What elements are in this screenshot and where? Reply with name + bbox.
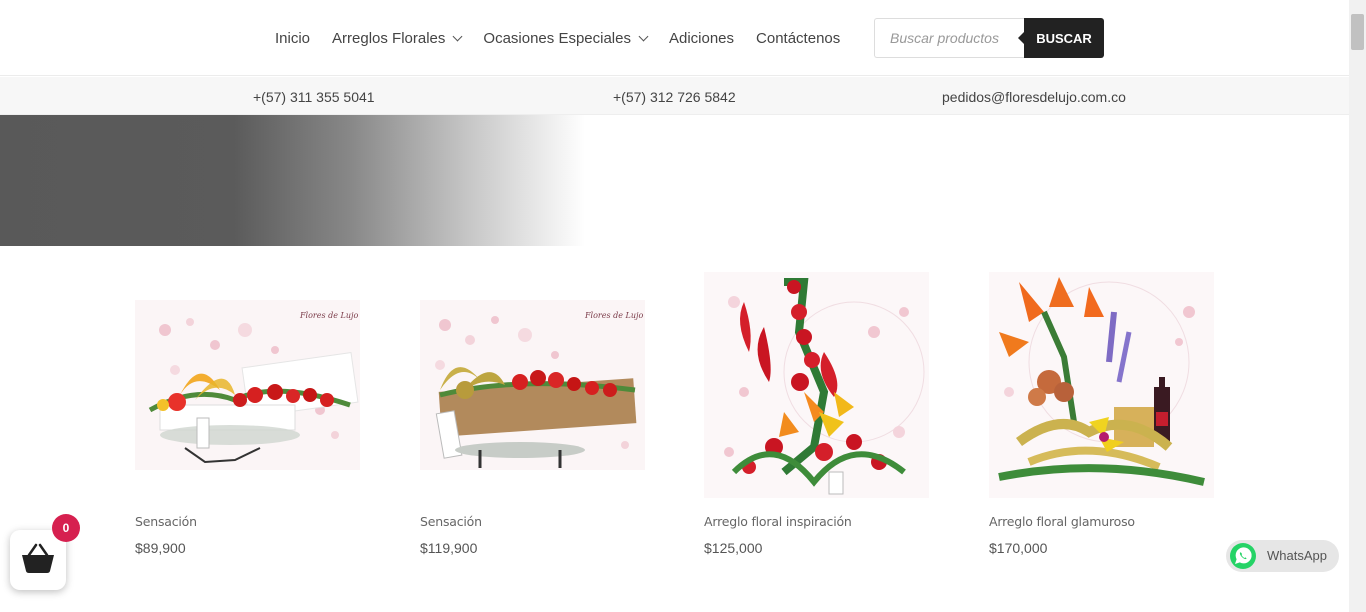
product-image-wrapper [704,272,929,498]
product-card[interactable]: Flores de Lujo Sensación $89,900 [135,272,360,556]
product-image[interactable]: Flores de Lujo [420,300,645,470]
chevron-down-icon [452,31,463,41]
nav-item-label: Ocasiones Especiales [483,29,631,47]
nav-item-arreglos-florales[interactable]: Arreglos Florales [332,29,463,47]
contact-bar: +(57) 311 355 5041 +(57) 312 726 5842 pe… [0,77,1349,115]
product-image-wrapper: Flores de Lujo [135,272,360,498]
nav-item-label: Arreglos Florales [332,29,446,47]
scrollbar-thumb[interactable] [1351,14,1364,50]
whatsapp-label: WhatsApp [1267,548,1327,563]
product-search: BUSCAR [874,18,1104,58]
page-banner [0,115,585,246]
svg-text:Flores de Lujo: Flores de Lujo [299,311,358,320]
product-image[interactable] [989,272,1214,498]
site-header: Inicio Arreglos Florales Ocasiones Espec… [0,0,1349,76]
search-button[interactable]: BUSCAR [1018,18,1104,58]
product-image-wrapper [989,272,1214,498]
whatsapp-chat-button[interactable]: WhatsApp [1226,540,1339,572]
nav-item-label: Adiciones [668,29,735,47]
product-price: $170,000 [989,540,1048,556]
phone-link-1[interactable]: +(57) 311 355 5041 [253,77,375,115]
product-price: $89,900 [135,540,186,556]
product-card[interactable]: Arreglo floral inspiración $125,000 [704,272,929,556]
product-card[interactable]: Arreglo floral glamuroso $170,000 [989,272,1214,556]
nav-item-contactenos[interactable]: Contáctenos [756,30,840,47]
product-name[interactable]: Arreglo floral inspiración [704,514,852,529]
product-price: $125,000 [704,540,763,556]
product-name[interactable]: Sensación [420,514,482,529]
main-nav: Inicio Arreglos Florales Ocasiones Espec… [264,0,851,76]
nav-item-adiciones[interactable]: Adiciones [669,30,734,47]
cart-count-badge: 0 [52,514,80,542]
product-name[interactable]: Arreglo floral glamuroso [989,514,1135,529]
nav-item-inicio[interactable]: Inicio [275,30,310,47]
search-input[interactable] [874,18,1024,58]
chevron-down-icon [638,31,649,41]
page-scrollbar[interactable] [1349,0,1366,612]
nav-item-label: Inicio [275,29,311,47]
phone-link-2[interactable]: +(57) 312 726 5842 [613,77,736,115]
product-image[interactable]: Flores de Lujo [135,300,360,470]
product-name[interactable]: Sensación [135,514,197,529]
product-price: $119,900 [420,540,478,556]
product-image-wrapper: Flores de Lujo [420,272,645,498]
product-card[interactable]: Flores de Lujo Sensación $119,900 [420,272,645,556]
whatsapp-icon [1230,543,1256,569]
email-link[interactable]: pedidos@floresdelujo.com.co [942,77,1126,115]
svg-text:Flores de Lujo: Flores de Lujo [584,311,643,320]
nav-item-ocasiones-especiales[interactable]: Ocasiones Especiales [483,29,649,47]
product-image[interactable] [704,272,929,498]
nav-item-label: Contáctenos [756,29,841,47]
